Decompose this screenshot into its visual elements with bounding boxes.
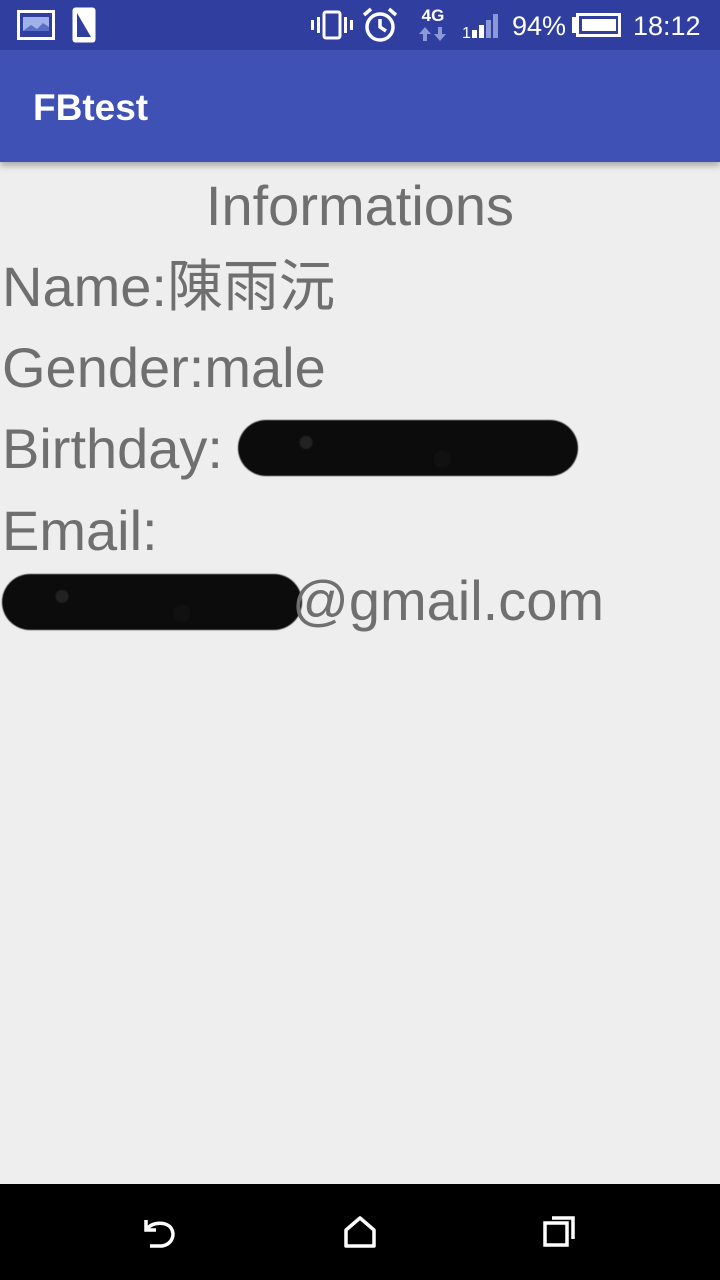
recents-button[interactable] [500, 1184, 620, 1280]
gender-value: male [204, 336, 326, 399]
gallery-icon [16, 0, 56, 50]
back-icon [144, 1220, 175, 1248]
vibrate-icon [310, 0, 354, 50]
signal-icon: 1 [462, 0, 504, 50]
svg-text:1: 1 [462, 25, 471, 40]
clock-time: 18:12 [633, 11, 701, 41]
email-domain-row: @gmail.com [292, 560, 604, 642]
home-icon [344, 1216, 376, 1248]
profile-info-content: Informations Name:陳雨沅 Gender:male Birthd… [0, 162, 720, 1184]
email-domain: @gmail.com [292, 569, 605, 632]
app-screen: 4G 1 94% 18:12 FBtest Informations Name:… [0, 0, 720, 1280]
back-button[interactable] [100, 1184, 220, 1280]
home-button[interactable] [300, 1184, 420, 1280]
email-label: Email: [2, 499, 158, 562]
gender-label: Gender: [2, 336, 205, 399]
battery-percent: 94% [512, 11, 567, 41]
email-row: Email: [2, 490, 158, 572]
recents-icon [543, 1216, 575, 1247]
email-user-redacted [2, 574, 302, 630]
gender-row: Gender:male [2, 327, 326, 409]
name-label: Name: [2, 255, 167, 318]
status-bar: 4G 1 94% 18:12 [0, 0, 720, 50]
birthday-label: Birthday: [2, 417, 223, 480]
app-title: FBtest [33, 87, 149, 128]
informations-heading: Informations [205, 174, 515, 237]
birthday-row: Birthday: [2, 408, 223, 490]
navigation-bar [0, 1184, 720, 1280]
network-label: 4G [421, 6, 445, 25]
sim-card-icon [70, 0, 98, 50]
name-value: 陳雨沅 [166, 255, 335, 318]
name-row: Name:陳雨沅 [2, 246, 335, 328]
app-bar: FBtest [0, 50, 720, 162]
alarm-icon [360, 0, 400, 50]
network-4g-icon: 4G [416, 0, 450, 50]
battery-icon [570, 0, 622, 50]
birthday-value-redacted [238, 420, 578, 476]
